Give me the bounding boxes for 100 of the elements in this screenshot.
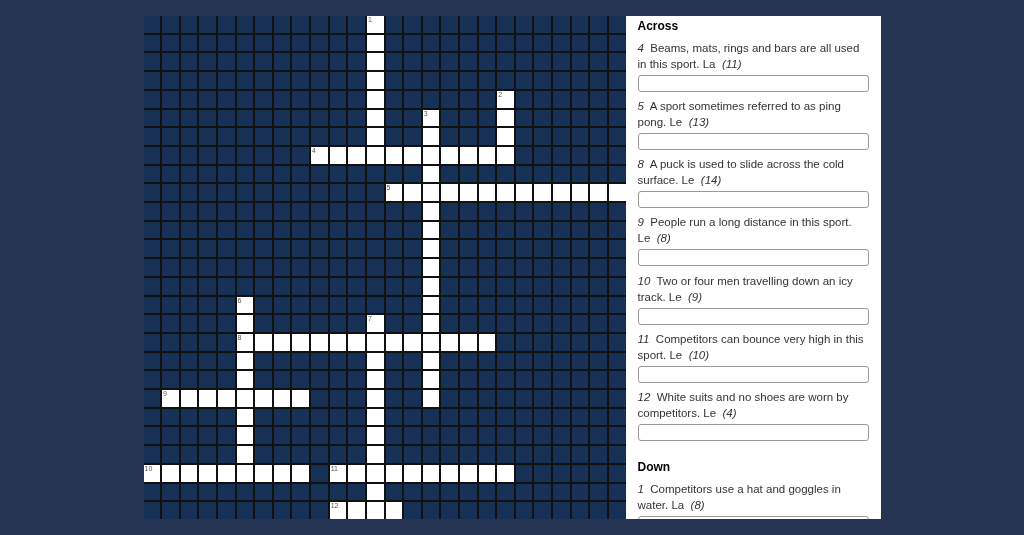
answer-field[interactable] xyxy=(637,423,869,441)
letter-square[interactable] xyxy=(366,483,384,501)
clue-text: 9 People run a long distance in this sport. Le (8) xyxy=(637,215,853,247)
letter-square[interactable] xyxy=(366,128,384,145)
letter-square[interactable] xyxy=(236,427,254,445)
letter-square[interactable] xyxy=(199,464,216,482)
letter-square[interactable] xyxy=(422,390,440,407)
letter-square[interactable] xyxy=(292,333,310,351)
letter-square[interactable] xyxy=(534,184,552,202)
letter-square[interactable] xyxy=(441,464,458,482)
letter-square[interactable] xyxy=(255,464,272,482)
letter-square[interactable] xyxy=(422,352,440,370)
letter-square[interactable] xyxy=(422,333,440,351)
letter-square[interactable] xyxy=(273,390,291,407)
letter-square[interactable] xyxy=(236,446,254,463)
letter-square[interactable] xyxy=(441,333,458,351)
letter-square[interactable] xyxy=(348,146,365,164)
letter-square[interactable] xyxy=(422,128,440,145)
letter-square[interactable] xyxy=(366,333,384,351)
letter-square[interactable] xyxy=(180,390,198,407)
letter-square[interactable] xyxy=(497,464,514,482)
answer-field[interactable] xyxy=(637,75,869,92)
letter-square[interactable] xyxy=(385,146,403,164)
letter-square[interactable] xyxy=(422,165,440,183)
letter-square[interactable] xyxy=(478,464,496,482)
letter-square[interactable] xyxy=(311,333,328,351)
letter-square[interactable] xyxy=(236,390,254,407)
letter-square[interactable] xyxy=(553,184,570,202)
letter-square[interactable] xyxy=(366,109,384,127)
letter-square[interactable] xyxy=(329,333,347,351)
letter-square[interactable] xyxy=(236,371,254,389)
letter-square[interactable] xyxy=(497,146,514,164)
letter-square[interactable] xyxy=(366,146,384,164)
answer-field[interactable] xyxy=(637,307,869,325)
letter-square[interactable] xyxy=(459,146,477,164)
letter-square[interactable] xyxy=(459,333,477,351)
letter-square[interactable] xyxy=(478,333,496,351)
letter-square[interactable] xyxy=(273,333,291,351)
letter-square[interactable] xyxy=(422,184,440,202)
letter-square[interactable] xyxy=(404,184,421,202)
letter-square[interactable] xyxy=(441,146,458,164)
letter-square[interactable] xyxy=(366,390,384,407)
letter-square[interactable] xyxy=(366,371,384,389)
letter-square[interactable] xyxy=(366,34,384,52)
letter-square[interactable] xyxy=(422,464,440,482)
letter-square[interactable] xyxy=(571,184,589,202)
letter-square[interactable] xyxy=(292,390,310,407)
letter-square[interactable] xyxy=(366,90,384,108)
letter-square[interactable] xyxy=(217,390,235,407)
letter-square[interactable] xyxy=(404,333,421,351)
letter-square[interactable] xyxy=(385,464,403,482)
letter-square[interactable] xyxy=(348,464,365,482)
letter-square[interactable] xyxy=(348,333,365,351)
letter-square[interactable] xyxy=(385,502,403,519)
section-heading: Down xyxy=(637,458,672,475)
letter-square[interactable] xyxy=(385,333,403,351)
letter-square[interactable] xyxy=(422,296,440,314)
letter-square[interactable] xyxy=(366,502,384,519)
answer-field[interactable] xyxy=(637,133,869,151)
letter-square[interactable] xyxy=(422,259,440,276)
letter-square[interactable] xyxy=(236,315,254,332)
letter-square[interactable] xyxy=(366,408,384,426)
letter-square[interactable] xyxy=(459,464,477,482)
letter-square[interactable] xyxy=(497,184,514,202)
letter-square[interactable] xyxy=(162,464,179,482)
letter-square[interactable] xyxy=(422,240,440,258)
letter-square[interactable] xyxy=(366,72,384,89)
letter-square[interactable] xyxy=(404,464,421,482)
letter-square[interactable] xyxy=(422,203,440,220)
letter-square[interactable] xyxy=(422,371,440,389)
letter-square[interactable] xyxy=(515,184,533,202)
letter-square[interactable] xyxy=(366,352,384,370)
letter-square[interactable] xyxy=(608,184,626,202)
letter-square[interactable] xyxy=(422,146,440,164)
answer-field[interactable] xyxy=(637,365,869,383)
letter-square[interactable] xyxy=(441,184,458,202)
letter-square[interactable] xyxy=(422,277,440,295)
answer-field[interactable] xyxy=(637,249,869,267)
answer-field[interactable] xyxy=(637,191,869,209)
letter-square[interactable] xyxy=(459,184,477,202)
letter-square[interactable] xyxy=(236,464,254,482)
letter-square[interactable] xyxy=(236,352,254,370)
letter-square[interactable] xyxy=(422,315,440,332)
letter-square[interactable] xyxy=(478,146,496,164)
letter-square[interactable] xyxy=(366,446,384,463)
letter-square[interactable] xyxy=(180,464,198,482)
letter-square[interactable] xyxy=(366,464,384,482)
letter-square[interactable] xyxy=(292,464,310,482)
letter-square[interactable] xyxy=(217,464,235,482)
letter-square[interactable] xyxy=(422,221,440,239)
letter-square[interactable] xyxy=(404,146,421,164)
letter-square[interactable] xyxy=(329,146,347,164)
letter-square[interactable] xyxy=(255,333,272,351)
letter-square[interactable] xyxy=(236,408,254,426)
letter-square[interactable] xyxy=(366,53,384,71)
letter-square[interactable] xyxy=(497,109,514,127)
letter-square[interactable] xyxy=(478,184,496,202)
letter-square[interactable] xyxy=(366,427,384,445)
letter-square[interactable] xyxy=(273,464,291,482)
letter-square[interactable] xyxy=(590,184,607,202)
